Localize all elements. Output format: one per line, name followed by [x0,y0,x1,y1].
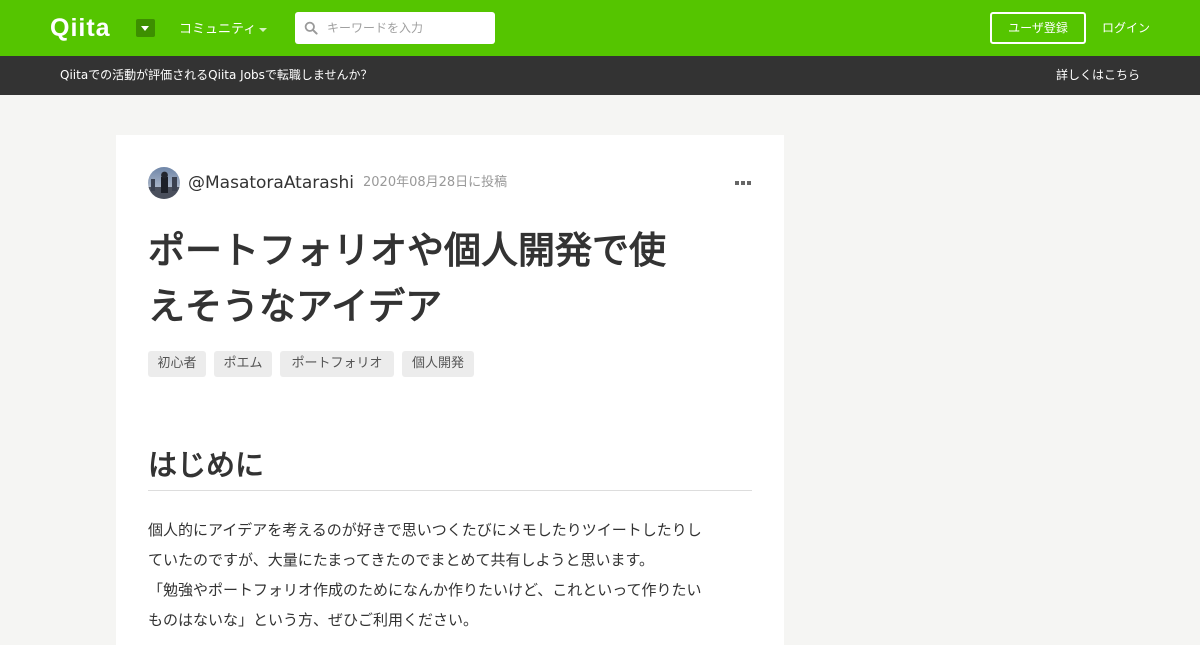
tag-personal-development[interactable]: 個人開発 [402,351,474,377]
heading-divider [148,490,752,491]
tag-beginner[interactable]: 初心者 [148,351,206,377]
paragraph-line: ものはないな」という方、ぜひご利用ください。 [148,611,479,629]
search-input[interactable] [327,12,487,44]
article-title: ポートフォリオや個人開発で使 えそうなアイデア [148,223,748,335]
global-header: Qiita コミュニティ ユーザ登録 ログイン [0,0,1200,56]
banner-details-link[interactable]: 詳しくはこちら [1056,67,1140,83]
signup-button[interactable]: ユーザ登録 [990,12,1086,44]
author-avatar[interactable] [148,167,180,199]
search-icon [304,21,318,35]
tag-poem[interactable]: ポエム [214,351,272,377]
article-title-line: えそうなアイデア [148,285,443,328]
article-title-line: ポートフォリオや個人開発で使 [148,229,666,272]
community-menu[interactable]: コミュニティ [179,21,256,39]
article-card: @MasatoraAtarashi 2020年08月28日に投稿 ポートフォリオ… [116,135,784,645]
paragraph-line: ていたのですが、大量にたまってきたのでまとめて共有しようと思います。 [148,551,654,569]
search-box[interactable] [295,12,495,44]
banner-text: Qiitaでの活動が評価されるQiita Jobsで転職しませんか？ [60,68,373,82]
more-horizontal-icon[interactable] [734,178,752,188]
caret-down-icon[interactable] [136,19,155,37]
paragraph-line: 個人的にアイデアを考えるのが好きで思いつくたびにメモしたりツイートしたりし [148,521,702,539]
section-heading: はじめに [148,448,265,482]
paragraph-line: 「勉強やポートフォリオ作成のためになんか作りたいけど、これといって作りたい [148,581,702,599]
tag-portfolio[interactable]: ポートフォリオ [280,351,394,377]
community-caret-icon[interactable] [259,28,267,32]
jobs-banner: Qiitaでの活動が評価されるQiita Jobsで転職しませんか？ 詳しくはこ… [0,56,1200,95]
qiita-logo[interactable]: Qiita [50,13,111,43]
author-name[interactable]: @MasatoraAtarashi [188,172,354,194]
login-link[interactable]: ログイン [1102,20,1150,36]
post-date: 2020年08月28日に投稿 [363,175,508,190]
avatar-image [148,167,180,199]
